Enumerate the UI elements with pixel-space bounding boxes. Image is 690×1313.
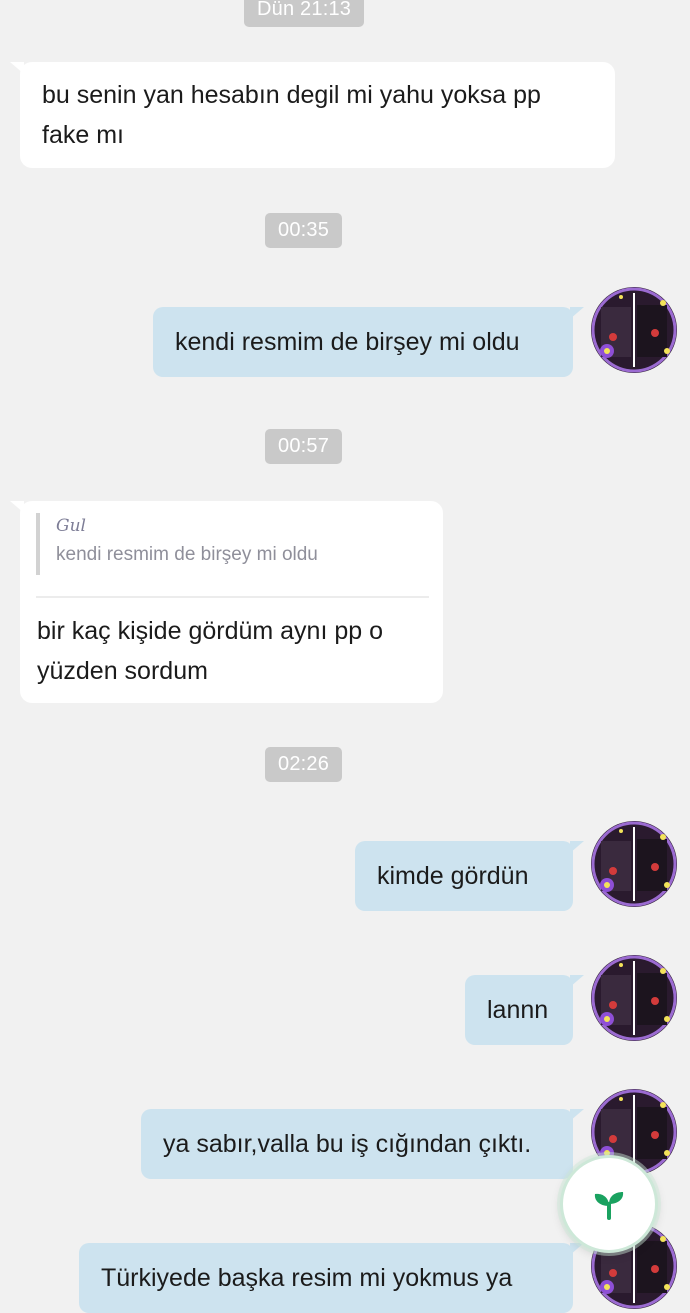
user-avatar[interactable]	[591, 821, 677, 907]
message-text: bir kaç kişide gördüm aynı pp o yüzden s…	[37, 617, 384, 685]
timestamp-label: 00:35	[265, 213, 343, 248]
message-text: kimde gördün	[377, 862, 529, 890]
quote-author: Gul	[56, 516, 86, 536]
message-text: ya sabır,valla bu iş cığından çıktı.	[163, 1130, 532, 1158]
quoted-message[interactable]: Gul kendi resmim de birşey mi oldu	[36, 513, 427, 575]
sent-message[interactable]: ya sabır,valla bu iş cığından çıktı.	[141, 1109, 584, 1179]
sent-message[interactable]: Türkiyede başka resim mi yokmus ya	[79, 1243, 584, 1313]
timestamp-label: Dün 21:13	[244, 0, 365, 27]
sent-message[interactable]: kimde gördün	[355, 841, 584, 911]
message-text: bu senin yan hesabın degil mi yahu yoksa…	[42, 81, 541, 149]
quote-divider	[36, 596, 429, 598]
sent-message[interactable]: kendi resmim de birşey mi oldu	[153, 307, 584, 377]
floating-action-button[interactable]	[560, 1155, 658, 1253]
received-message[interactable]: bu senin yan hesabın degil mi yahu yoksa…	[10, 62, 615, 168]
user-avatar[interactable]	[591, 955, 677, 1041]
received-reply-message[interactable]: Gul kendi resmim de birşey mi oldu bir k…	[10, 501, 443, 703]
timestamp-label: 00:57	[265, 429, 343, 464]
message-text: Türkiyede başka resim mi yokmus ya	[101, 1264, 513, 1292]
message-text: lannn	[487, 996, 549, 1024]
timestamp-label: 02:26	[265, 747, 343, 782]
sprout-icon	[589, 1184, 629, 1224]
user-avatar[interactable]	[591, 287, 677, 373]
message-text: kendi resmim de birşey mi oldu	[175, 328, 520, 356]
sent-message[interactable]: lannn	[465, 975, 584, 1045]
quote-text: kendi resmim de birşey mi oldu	[56, 544, 318, 565]
